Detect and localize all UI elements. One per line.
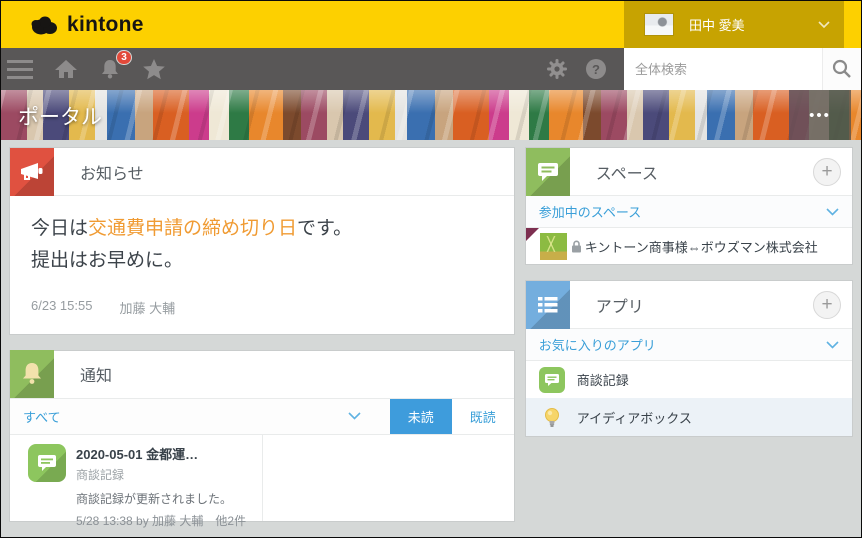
app-name: 商談記録 <box>576 373 629 388</box>
kintone-portal-page: kintone 田中 愛美 3 ? 全体検索 ポータル ••• お知らせ 今日は… <box>0 0 862 538</box>
app-list-icon <box>525 280 570 329</box>
cloud-logo-icon <box>31 16 57 34</box>
search-input[interactable] <box>624 48 822 90</box>
spaces-title: スペース <box>595 165 658 183</box>
space-name-text: キントーン商事様⇔ボウズマン株式会社 <box>584 239 818 255</box>
chevron-down-icon <box>818 20 830 28</box>
notification-message: 商談記録が更新されました。 <box>76 491 233 506</box>
notification-text-block: 2020-05-01 金都運… 商談記録 商談記録が更新されました。 5/28 … <box>76 444 246 528</box>
apps-header: アプリ + <box>525 280 852 329</box>
add-space-button[interactable]: + <box>813 157 841 186</box>
announcement-link[interactable]: 交通費申請の締め切り日 <box>88 218 297 239</box>
space-thumbnail <box>539 232 567 260</box>
favorite-apps-label: お気に入りのアプリ <box>538 338 656 353</box>
announcement-line1: 今日は交通費申請の締め切り日です。 <box>31 213 493 245</box>
home-icon <box>55 60 77 78</box>
settings-button[interactable] <box>546 58 568 80</box>
user-name: 田中 愛美 <box>689 18 745 33</box>
notifications-header: 通知 <box>10 350 514 399</box>
search-button[interactable] <box>822 48 861 90</box>
space-list-item[interactable]: キントーン商事様⇔ボウズマン株式会社 <box>525 228 852 264</box>
announcement-timestamp: 6/23 15:55 <box>31 297 93 313</box>
user-menu[interactable]: 田中 愛美 <box>624 1 844 48</box>
spaces-card: スペース + 参加中のスペース キントーン商事様⇔ボウズマン株式会社 <box>524 147 853 265</box>
bell-card-icon <box>10 350 54 399</box>
notification-record-title: 2020-05-01 金都運… <box>76 446 199 462</box>
space-name: キントーン商事様⇔ボウズマン株式会社 <box>571 237 818 256</box>
notifications-button[interactable]: 3 <box>99 50 132 80</box>
notification-timestamp: 5/28 13:38 by 加藤 大輔 他2件 <box>76 513 247 528</box>
kintone-logo[interactable]: kintone <box>28 13 144 37</box>
favorite-apps-toggle[interactable]: お気に入りのアプリ <box>525 329 852 361</box>
help-button[interactable]: ? <box>585 58 607 80</box>
avatar <box>644 13 674 36</box>
gear-icon <box>547 59 567 79</box>
notification-app-name: 商談記録 <box>76 467 125 482</box>
megaphone-icon <box>10 147 54 196</box>
notification-item[interactable]: 2020-05-01 金都運… 商談記録 商談記録が更新されました。 5/28 … <box>10 434 263 528</box>
ellipsis-icon: ••• <box>809 106 831 124</box>
apps-card: アプリ + お気に入りのアプリ 商談記録 アイディアボックス <box>524 280 853 437</box>
announcement-text-suffix: です。 <box>297 218 353 239</box>
app-name: アイディアボックス <box>576 410 692 426</box>
app-list-item[interactable]: 商談記録 <box>526 361 852 398</box>
spaces-header: スペース + <box>525 147 852 196</box>
notification-count-badge: 3 <box>116 50 132 65</box>
unread-tab-button[interactable]: 未読 <box>389 398 452 434</box>
star-icon <box>143 59 165 80</box>
space-chat-icon <box>525 147 570 196</box>
left-column: お知らせ 今日は交通費申請の締め切り日です。 提出はお早めに。 6/23 15:… <box>9 147 515 528</box>
plus-icon: + <box>821 161 833 182</box>
announcement-header: お知らせ <box>10 147 514 196</box>
record-chat-icon <box>28 443 66 482</box>
announcement-line2: 提出はお早めに。 <box>31 250 184 272</box>
announcement-body: 今日は交通費申請の締め切り日です。 提出はお早めに。 <box>10 196 514 282</box>
chevron-down-icon <box>348 412 361 420</box>
lightbulb-icon <box>539 404 565 430</box>
announcement-text-prefix: 今日は <box>31 218 89 239</box>
add-app-button[interactable]: + <box>813 290 841 319</box>
help-glyph: ? <box>592 62 600 77</box>
notification-filter-dropdown[interactable]: すべて <box>10 399 390 434</box>
home-button[interactable] <box>54 58 78 80</box>
joined-spaces-toggle[interactable]: 参加中のスペース <box>525 196 852 228</box>
notifications-card: 通知 すべて 未読 既読 2020-05-01 金都運… 商談記録 商談記録が更… <box>9 349 515 528</box>
read-tab-button[interactable]: 既読 <box>451 398 514 434</box>
page-title: ポータル <box>18 106 102 129</box>
portal-content: お知らせ 今日は交通費申請の締め切り日です。 提出はお早めに。 6/23 15:… <box>1 140 861 528</box>
joined-spaces-label: 参加中のスペース <box>538 205 642 220</box>
notification-list: 2020-05-01 金都運… 商談記録 商談記録が更新されました。 5/28 … <box>10 434 514 528</box>
portal-cover-banner: ポータル ••• <box>1 90 861 140</box>
announcement-title: お知らせ <box>80 165 144 183</box>
chevron-down-icon <box>826 340 839 349</box>
help-icon: ? <box>586 59 606 79</box>
toolbar-right-group: ? <box>546 48 861 90</box>
apps-title: アプリ <box>595 298 644 316</box>
app-list-item[interactable]: アイディアボックス <box>525 398 852 436</box>
notifications-filter-row: すべて 未読 既読 <box>10 398 514 435</box>
notifications-title: 通知 <box>80 368 113 386</box>
filter-selected-value: すべて <box>23 409 61 425</box>
global-toolbar: 3 ? 全体検索 <box>1 48 861 90</box>
hamburger-menu-icon[interactable] <box>7 59 33 79</box>
lock-icon <box>571 240 581 252</box>
plus-icon: + <box>821 294 833 315</box>
announcement-card: お知らせ 今日は交通費申請の締め切り日です。 提出はお早めに。 6/23 15:… <box>9 147 515 335</box>
chevron-down-icon <box>826 207 839 216</box>
favorites-button[interactable] <box>142 58 166 80</box>
search-icon <box>832 59 851 78</box>
global-search <box>624 48 861 90</box>
right-column: スペース + 参加中のスペース キントーン商事様⇔ボウズマン株式会社 アプリ +… <box>524 147 853 522</box>
announcement-author[interactable]: 加藤 大輔 <box>119 298 175 317</box>
logo-text: kintone <box>67 12 144 36</box>
more-options-button[interactable]: ••• <box>789 90 851 140</box>
chat-icon <box>538 366 565 393</box>
app-header: kintone 田中 愛美 <box>1 1 861 48</box>
announcement-footer: 6/23 15:55 加藤 大輔 <box>10 282 514 334</box>
